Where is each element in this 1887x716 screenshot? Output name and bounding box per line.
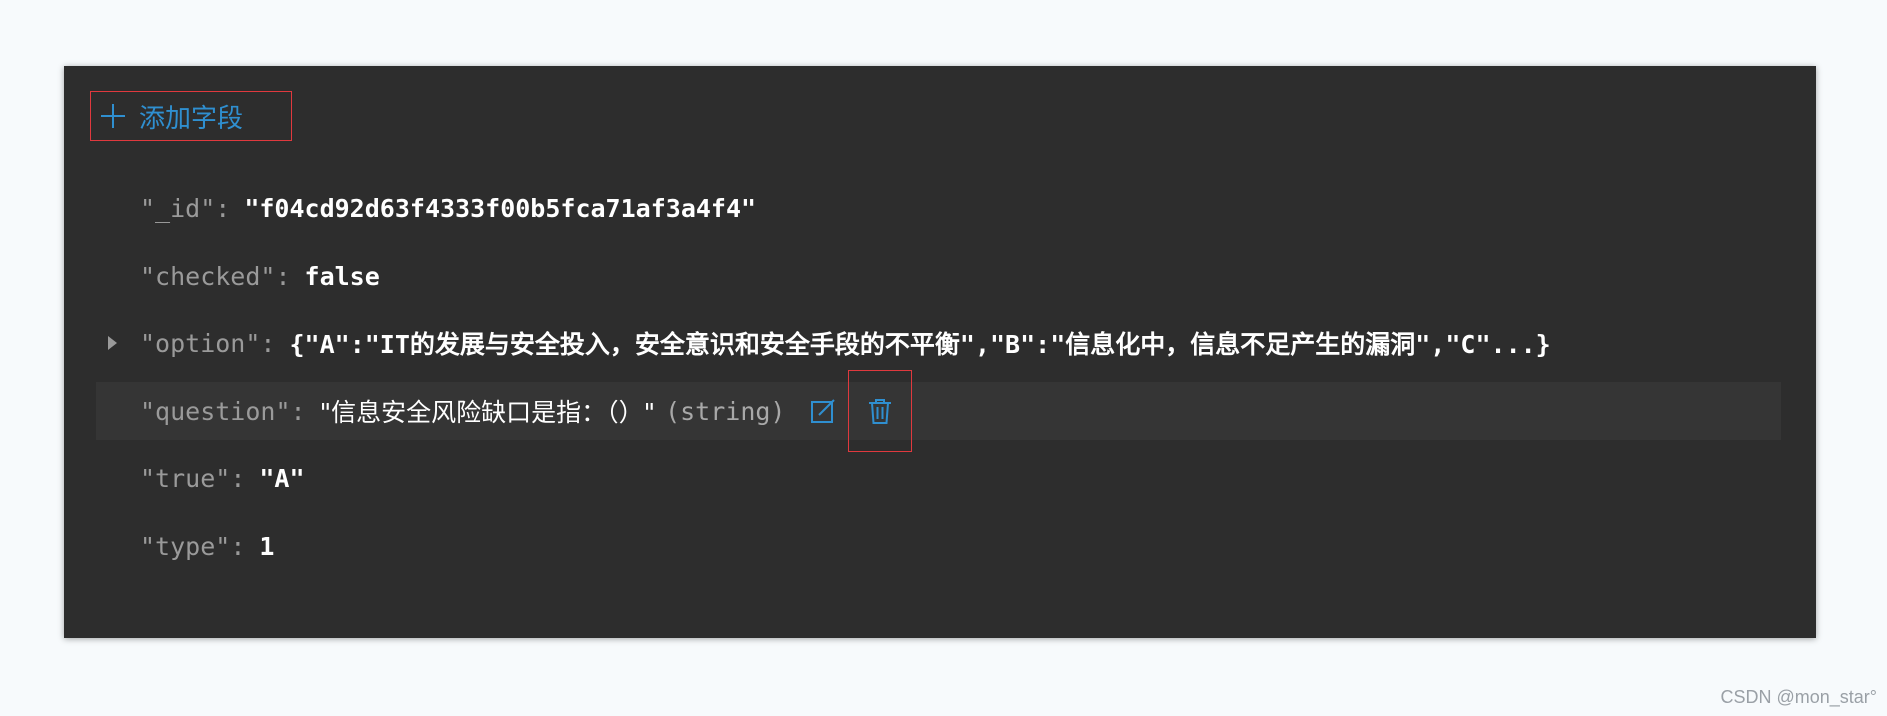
field-row-type[interactable]: "type": 1 <box>96 517 1781 575</box>
type-hint: (string) <box>665 396 786 426</box>
trash-icon <box>868 399 891 424</box>
field-row-checked[interactable]: "checked": false <box>96 247 1781 305</box>
field-key: "type" <box>140 531 231 561</box>
watermark: CSDN @mon_star° <box>1720 687 1877 707</box>
document-editor-panel: 添加字段 "_id": "f04cd92d63f4333f00b5fca71af… <box>64 66 1816 638</box>
delete-field-button[interactable] <box>847 370 912 452</box>
field-row-id[interactable]: "_id": "f04cd92d63f4333f00b5fca71af3a4f4… <box>96 179 1781 237</box>
caret-right-icon[interactable] <box>108 336 117 350</box>
field-colon: : <box>260 328 276 358</box>
field-colon: : <box>290 396 306 426</box>
field-colon: : <box>275 261 291 291</box>
field-key: "true" <box>140 463 231 493</box>
field-value: "A" <box>259 463 305 493</box>
edit-icon[interactable] <box>810 398 836 424</box>
field-row-question[interactable]: "question": "信息安全风险缺口是指：（）" (string) <box>96 370 1781 452</box>
plus-icon <box>101 104 125 128</box>
field-colon: : <box>230 463 246 493</box>
field-value: {"A":"IT的发展与安全投入，安全意识和安全手段的不平衡","B":"信息化… <box>289 330 1551 359</box>
field-key: "option" <box>140 328 261 358</box>
field-key: "_id" <box>140 193 216 223</box>
field-row-option[interactable]: "option": {"A":"IT的发展与安全投入，安全意识和安全手段的不平衡… <box>96 314 1781 372</box>
field-value: 1 <box>259 531 275 561</box>
field-row-true[interactable]: "true": "A" <box>96 449 1781 507</box>
field-key: "question" <box>140 396 291 426</box>
field-key: "checked" <box>140 261 276 291</box>
add-field-button[interactable]: 添加字段 <box>90 91 292 141</box>
field-colon: : <box>230 531 246 561</box>
field-value: false <box>304 261 380 291</box>
field-value: "信息安全风险缺口是指：（）" <box>319 398 656 427</box>
field-value: "f04cd92d63f4333f00b5fca71af3a4f4" <box>244 193 757 223</box>
add-field-label: 添加字段 <box>139 103 244 134</box>
field-colon: : <box>215 193 231 223</box>
